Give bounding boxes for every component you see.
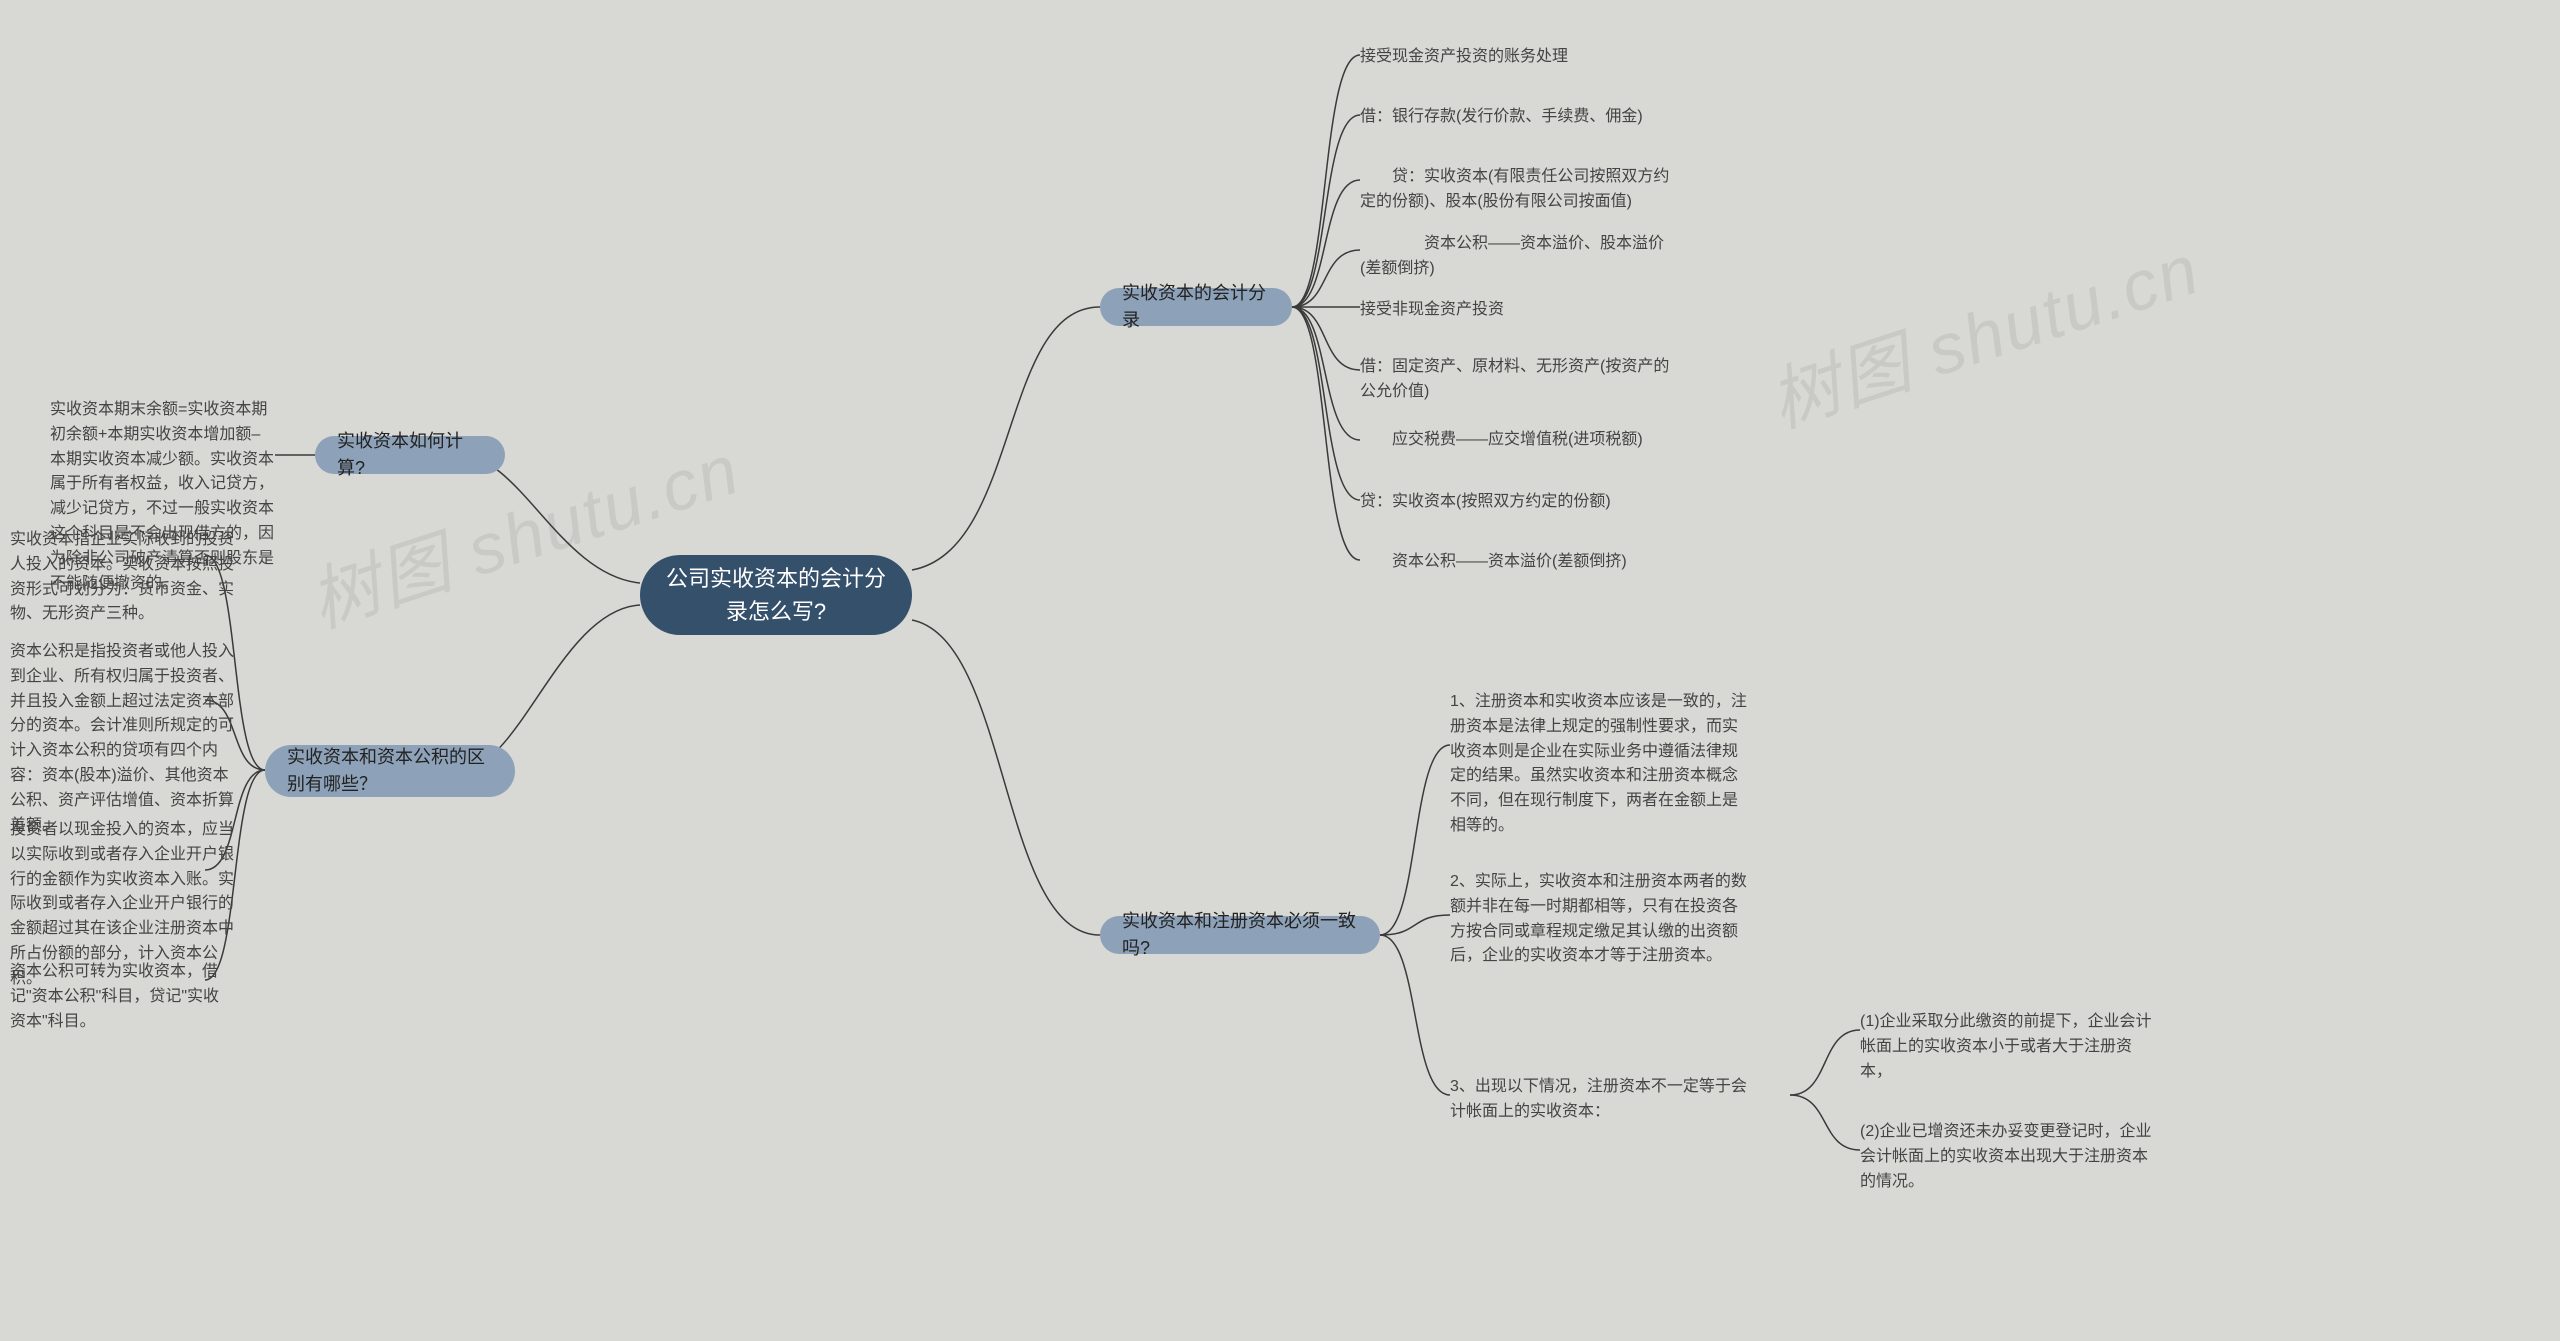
- leaf-entry-2-text: 借：银行存款(发行价款、手续费、佣金): [1360, 105, 1643, 130]
- leaf-consistent-3-text: 3、出现以下情况，注册资本不一定等于会计帐面上的实收资本：: [1450, 1075, 1750, 1125]
- leaf-entry-2[interactable]: 借：银行存款(发行价款、手续费、佣金): [1360, 105, 1680, 130]
- leaf-entry-4-text: 资本公积——资本溢价、股本溢价(差额倒挤): [1360, 232, 1680, 282]
- watermark: 树图 shutu.cn: [1755, 214, 2210, 448]
- leaf-entry-3[interactable]: 贷：实收资本(有限责任公司按照双方约定的份额)、股本(股份有限公司按面值): [1360, 165, 1680, 215]
- mindmap-root[interactable]: 公司实收资本的会计分录怎么写?: [640, 555, 912, 635]
- leaf-entry-5-text: 接受非现金资产投资: [1360, 298, 1504, 323]
- leaf-consistent-sub-1-text: (1)企业采取分此缴资的前提下，企业会计帐面上的实收资本小于或者大于注册资本，: [1860, 1010, 2160, 1084]
- leaf-entry-6-text: 借：固定资产、原材料、无形资产(按资产的公允价值): [1360, 355, 1680, 405]
- leaf-consistent-2-text: 2、实际上，实收资本和注册资本两者的数额并非在每一时期都相等，只有在投资各方按合…: [1450, 870, 1750, 969]
- branch-diff[interactable]: 实收资本和资本公积的区别有哪些？: [265, 745, 515, 797]
- branch-calc[interactable]: 实收资本如何计算?: [315, 436, 505, 474]
- leaf-entry-1-text: 接受现金资产投资的账务处理: [1360, 45, 1568, 70]
- leaf-consistent-2[interactable]: 2、实际上，实收资本和注册资本两者的数额并非在每一时期都相等，只有在投资各方按合…: [1450, 870, 1750, 969]
- branch-calc-label: 实收资本如何计算?: [337, 428, 483, 482]
- leaf-diff-1[interactable]: 实收资本指企业实际收到的投资人投入的资本。实收资本按照投资形式可划分为：货币资金…: [10, 528, 235, 627]
- leaf-diff-2-text: 资本公积是指投资者或他人投入到企业、所有权归属于投资者、并且投入金额上超过法定资…: [10, 640, 235, 838]
- branch-consistent-label: 实收资本和注册资本必须一致吗?: [1122, 908, 1358, 962]
- leaf-entry-4[interactable]: 资本公积——资本溢价、股本溢价(差额倒挤): [1360, 232, 1680, 282]
- leaf-entry-3-text: 贷：实收资本(有限责任公司按照双方约定的份额)、股本(股份有限公司按面值): [1360, 165, 1680, 215]
- leaf-entry-6[interactable]: 借：固定资产、原材料、无形资产(按资产的公允价值): [1360, 355, 1680, 405]
- branch-consistent[interactable]: 实收资本和注册资本必须一致吗?: [1100, 916, 1380, 954]
- leaf-diff-4-text: 资本公积可转为实收资本，借记"资本公积"科目，贷记"实收资本"科目。: [10, 960, 235, 1034]
- branch-diff-label: 实收资本和资本公积的区别有哪些？: [287, 744, 493, 798]
- leaf-consistent-sub-1[interactable]: (1)企业采取分此缴资的前提下，企业会计帐面上的实收资本小于或者大于注册资本，: [1860, 1010, 2160, 1084]
- connector-lines: [0, 0, 2560, 1341]
- leaf-diff-1-text: 实收资本指企业实际收到的投资人投入的资本。实收资本按照投资形式可划分为：货币资金…: [10, 528, 235, 627]
- leaf-entry-1[interactable]: 接受现金资产投资的账务处理: [1360, 45, 1680, 70]
- leaf-entry-9[interactable]: 资本公积——资本溢价(差额倒挤): [1360, 550, 1680, 575]
- root-title: 公司实收资本的会计分录怎么写?: [662, 562, 890, 628]
- branch-entry-label: 实收资本的会计分录: [1122, 280, 1270, 334]
- leaf-consistent-1[interactable]: 1、注册资本和实收资本应该是一致的，注册资本是法律上规定的强制性要求，而实收资本…: [1450, 690, 1750, 839]
- leaf-entry-7-text: 应交税费——应交增值税(进项税额): [1360, 428, 1643, 453]
- leaf-entry-9-text: 资本公积——资本溢价(差额倒挤): [1360, 550, 1627, 575]
- leaf-consistent-1-text: 1、注册资本和实收资本应该是一致的，注册资本是法律上规定的强制性要求，而实收资本…: [1450, 690, 1750, 839]
- leaf-consistent-sub-2[interactable]: (2)企业已增资还未办妥变更登记时，企业会计帐面上的实收资本出现大于注册资本的情…: [1860, 1120, 2160, 1194]
- leaf-consistent-sub-2-text: (2)企业已增资还未办妥变更登记时，企业会计帐面上的实收资本出现大于注册资本的情…: [1860, 1120, 2160, 1194]
- leaf-consistent-3[interactable]: 3、出现以下情况，注册资本不一定等于会计帐面上的实收资本：: [1450, 1075, 1750, 1125]
- leaf-diff-4[interactable]: 资本公积可转为实收资本，借记"资本公积"科目，贷记"实收资本"科目。: [10, 960, 235, 1034]
- leaf-entry-5[interactable]: 接受非现金资产投资: [1360, 298, 1680, 323]
- branch-entry[interactable]: 实收资本的会计分录: [1100, 288, 1292, 326]
- leaf-diff-2[interactable]: 资本公积是指投资者或他人投入到企业、所有权归属于投资者、并且投入金额上超过法定资…: [10, 640, 235, 838]
- leaf-entry-8[interactable]: 贷：实收资本(按照双方约定的份额): [1360, 490, 1680, 515]
- leaf-entry-8-text: 贷：实收资本(按照双方约定的份额): [1360, 490, 1611, 515]
- leaf-entry-7[interactable]: 应交税费——应交增值税(进项税额): [1360, 428, 1680, 453]
